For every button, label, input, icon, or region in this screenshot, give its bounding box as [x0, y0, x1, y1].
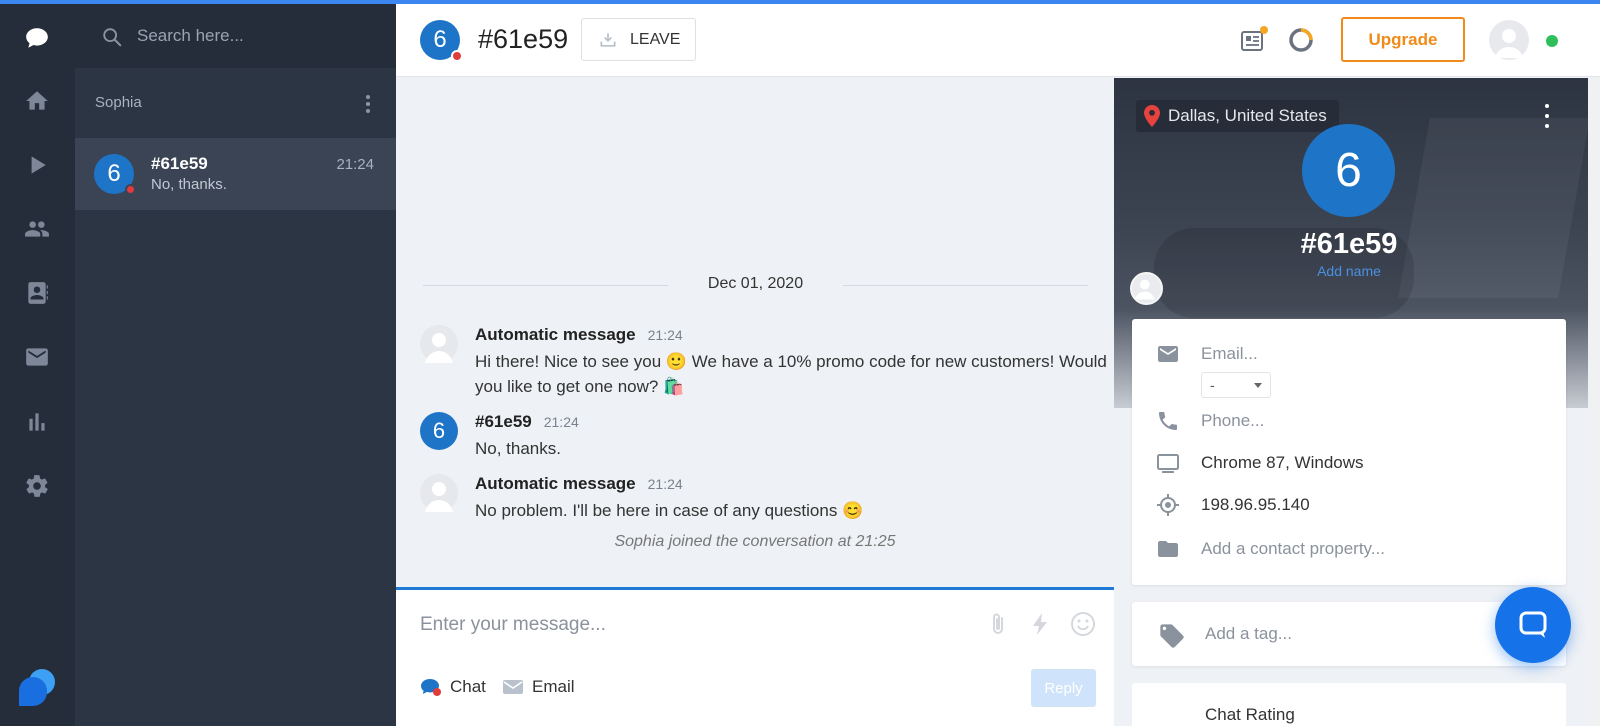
loading-ring-icon[interactable] [1286, 25, 1316, 55]
message-text: No, thanks. [475, 439, 561, 458]
chat-bubble-icon [421, 679, 441, 696]
visitor-more-options-icon[interactable] [1544, 104, 1550, 128]
reply-button[interactable]: Reply [1031, 669, 1096, 707]
address-book-icon[interactable] [21, 277, 53, 309]
message-author: Automatic message 21:24 [475, 325, 683, 344]
play-icon[interactable] [21, 149, 53, 181]
contact-info-card: Email... - Phone... Chrome 87, Windows 1… [1132, 319, 1566, 585]
phone-field[interactable]: Phone... [1201, 411, 1264, 431]
assigned-agent-avatar[interactable] [1130, 272, 1163, 305]
country-code-select[interactable]: - [1201, 372, 1271, 398]
message-text: No problem. I'll be here in case of any … [475, 501, 864, 520]
offline-status-dot [451, 50, 463, 62]
email-field[interactable]: Email... [1201, 344, 1258, 364]
date-separator: Dec 01, 2020 [423, 275, 1088, 295]
conversation-last-message: No, thanks. [151, 176, 227, 193]
right-panel-scrollbar[interactable] [1588, 78, 1600, 726]
browser-info: Chrome 87, Windows [1201, 453, 1364, 472]
message-time: 21:24 [543, 414, 579, 430]
email-icon [1158, 346, 1178, 362]
conversation-item[interactable]: 6 #61e59 No, thanks. 21:24 [75, 138, 396, 210]
location-badge: Dallas, United States [1136, 100, 1339, 132]
top-accent-bar [0, 0, 1600, 4]
crosshair-icon [1157, 494, 1179, 516]
phone-icon [1159, 412, 1177, 430]
chat-widget-button[interactable] [1495, 587, 1571, 663]
country-code-value: - [1210, 377, 1215, 393]
conversation-header: 6 #61e59 LEAVE Upgrade [396, 4, 1600, 77]
search-bar [75, 4, 396, 68]
email-row[interactable]: Email... [1132, 339, 1566, 369]
message-item: Automatic message 21:24 Hi there! Nice to… [420, 325, 1110, 396]
chat-rating-card: Chat Rating [1132, 683, 1566, 726]
tab-email-label: Email [532, 677, 575, 696]
monitor-icon [1157, 454, 1179, 473]
offline-status-dot [125, 184, 136, 195]
contacts-icon[interactable] [21, 213, 53, 245]
add-tag-link[interactable]: Add a tag... [1205, 624, 1292, 644]
chat-rating-label: Chat Rating [1205, 705, 1295, 724]
emoji-icon[interactable] [1069, 610, 1097, 638]
conversation-name: #61e59 [151, 154, 208, 173]
leave-label: LEAVE [630, 30, 681, 48]
message-item: Automatic message 21:24 No problem. I'll … [420, 474, 1110, 524]
location-text: Dallas, United States [1168, 106, 1327, 125]
message-text: Hi there! Nice to see you 🙂 We have a 10… [475, 352, 1107, 396]
bot-avatar [420, 474, 458, 512]
conversation-title: #61e59 [478, 24, 569, 54]
ip-address: 198.96.95.140 [1201, 495, 1310, 514]
map-pin-icon [1144, 105, 1160, 127]
visitor-avatar: 6 [420, 412, 458, 450]
chat-widget-icon [1519, 611, 1547, 638]
message-item: 6 #61e59 21:24 No, thanks. [420, 412, 1110, 462]
online-status-dot [1546, 35, 1558, 47]
tab-chat-label: Chat [450, 677, 486, 696]
inbox-icon[interactable] [21, 341, 53, 373]
tab-chat[interactable]: Chat [420, 677, 486, 697]
phone-row[interactable]: Phone... [1132, 406, 1566, 436]
visitor-name: #61e59 [1300, 228, 1398, 260]
attachment-icon[interactable] [984, 610, 1012, 638]
conversation-list-panel: Sophia 6 #61e59 No, thanks. 21:24 [75, 4, 396, 726]
visitor-large-avatar: 6 [1302, 124, 1395, 217]
tag-icon [1160, 624, 1184, 648]
agent-group-header: Sophia [75, 68, 396, 138]
chat-messages-area: Dec 01, 2020 Automatic message 21:24 Hi t… [396, 78, 1114, 587]
bot-avatar [420, 325, 458, 363]
brand-logo-icon [17, 666, 59, 708]
message-time: 21:24 [647, 327, 683, 343]
message-author: #61e59 21:24 [475, 412, 579, 431]
email-icon [503, 680, 523, 694]
message-input[interactable] [420, 610, 960, 640]
folder-icon [1158, 541, 1178, 557]
add-contact-property-link[interactable]: Add a contact property... [1201, 539, 1385, 559]
chat-icon[interactable] [21, 22, 53, 54]
browser-row: Chrome 87, Windows [1132, 448, 1566, 478]
agent-name: Sophia [95, 94, 142, 111]
leave-button[interactable]: LEAVE [581, 18, 696, 61]
message-composer: Chat Email Reply [396, 587, 1114, 726]
system-note: Sophia joined the conversation at 21:25 [614, 533, 896, 550]
add-property-row[interactable]: Add a contact property... [1132, 534, 1566, 564]
search-input[interactable] [137, 22, 377, 50]
icon-rail [0, 4, 75, 726]
conversation-time: 21:24 [336, 156, 374, 173]
more-options-icon[interactable] [358, 90, 378, 118]
settings-icon[interactable] [21, 470, 53, 502]
leave-icon [600, 32, 616, 47]
message-author: Automatic message 21:24 [475, 474, 683, 493]
user-avatar[interactable] [1489, 20, 1529, 60]
tab-email[interactable]: Email [502, 677, 575, 697]
ip-row: 198.96.95.140 [1132, 490, 1566, 520]
search-icon [103, 28, 122, 47]
upgrade-button[interactable]: Upgrade [1341, 17, 1465, 62]
message-time: 21:24 [647, 476, 683, 492]
home-icon[interactable] [21, 85, 53, 117]
chevron-down-icon [1254, 383, 1262, 388]
lightning-icon[interactable] [1026, 610, 1054, 638]
news-icon[interactable] [1238, 25, 1268, 55]
date-label: Dec 01, 2020 [707, 275, 804, 292]
add-name-link[interactable]: Add name [1114, 263, 1584, 279]
analytics-icon[interactable] [21, 406, 53, 438]
